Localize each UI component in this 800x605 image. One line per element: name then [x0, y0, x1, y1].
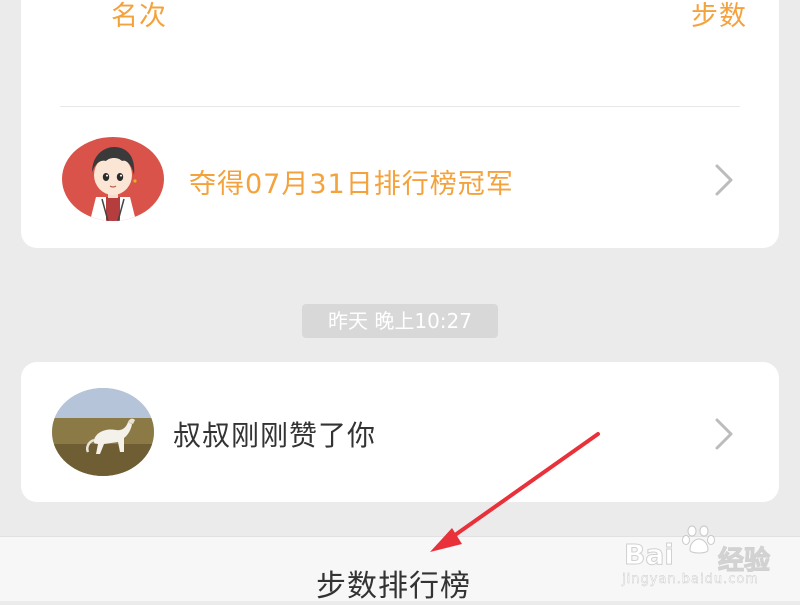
steps-header-label: 步数 [691, 1, 747, 32]
chevron-right-icon [715, 164, 733, 196]
cartoon-boy-avatar [62, 137, 164, 221]
white-horse-avatar [52, 388, 154, 476]
like-text: 叔叔刚刚赞了你 [173, 419, 377, 452]
baidu-jingyan-watermark: Bai 经验 jingyan.baidu.com [622, 520, 790, 590]
rank-header-label: 名次 [111, 1, 167, 32]
timestamp-badge: 昨天 晚上10:27 [302, 304, 498, 338]
paw-icon [682, 525, 715, 554]
steps-leaderboard-tab[interactable]: 步数排行榜 [316, 561, 471, 605]
watermark-brand-left: Bai [624, 538, 675, 572]
watermark-url: jingyan.baidu.com [622, 572, 759, 587]
card-divider [60, 106, 740, 107]
champion-text: 夺得07月31日排行榜冠军 [189, 169, 514, 200]
chevron-right-icon [715, 418, 733, 450]
champion-row[interactable]: 夺得07月31日排行榜冠军 [21, 112, 779, 248]
like-row[interactable]: 叔叔刚刚赞了你 [21, 362, 779, 502]
